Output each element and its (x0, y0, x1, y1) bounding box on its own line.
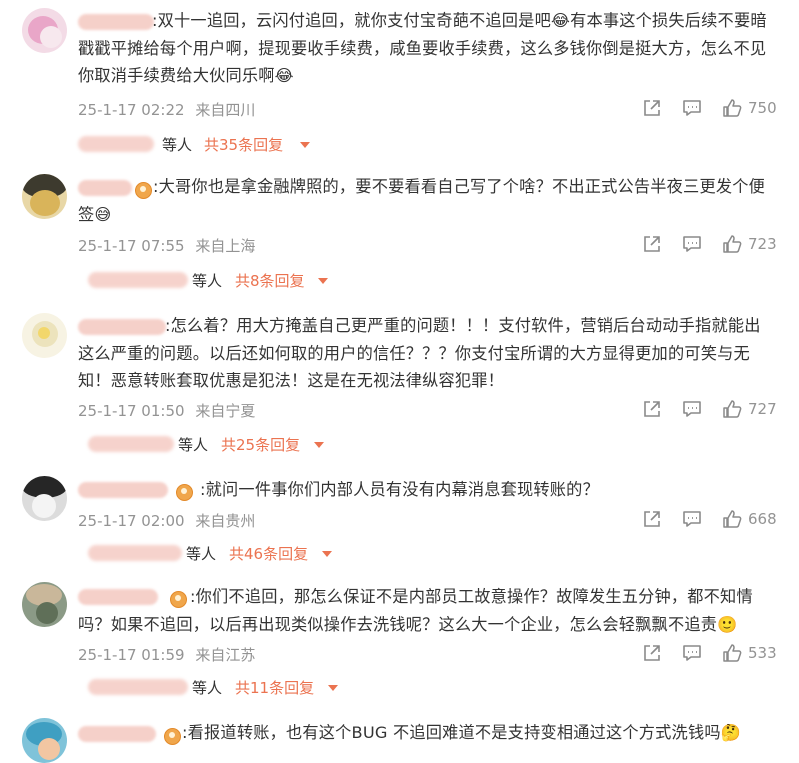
comment-text-line: :双十一追回，云闪付追回，就你支付宝奇葩不追回是吧😂有本事这个损失后续不要暗 (152, 11, 767, 30)
username[interactable] (78, 726, 156, 742)
like-count: 533 (748, 644, 777, 662)
replier-names[interactable] (88, 545, 182, 561)
comment-location: 来自贵州 (195, 512, 256, 530)
reply-etc: 等人 (178, 436, 209, 454)
comment-text-line: :就问一件事你们内部人员有没有内幕消息套现转账的？ (200, 480, 599, 499)
view-replies-link[interactable]: 共25条回复 (221, 434, 300, 455)
avatar[interactable] (22, 718, 67, 763)
comment-text-line: :你们不追回，那怎么保证不是内部员工故意操作？故障发生五分钟，都不知情 (190, 587, 753, 606)
like-count: 727 (748, 400, 777, 418)
view-replies-link[interactable]: 共46条回复 (229, 543, 308, 564)
avatar[interactable] (22, 174, 67, 219)
comment-location: 来自四川 (195, 101, 256, 119)
reply-summary: 等人 共11条回复 (78, 675, 578, 699)
username[interactable] (78, 180, 132, 196)
replier-names[interactable] (88, 679, 188, 695)
username[interactable] (78, 319, 166, 335)
reply-etc: 等人 (192, 272, 223, 290)
caret-down-icon[interactable] (322, 551, 332, 557)
caret-down-icon[interactable] (318, 278, 328, 284)
share-icon[interactable] (642, 234, 662, 254)
comment-meta: 25-1-17 02:22 来自四川 (78, 99, 255, 120)
avatar[interactable] (22, 8, 67, 53)
fan-badge-icon (176, 484, 193, 501)
fan-badge-icon (170, 591, 187, 608)
comment-meta: 25-1-17 01:59 来自江苏 (78, 644, 255, 665)
comment-time: 25-1-17 01:59 (78, 646, 185, 664)
comment-location: 来自江苏 (195, 646, 256, 664)
caret-down-icon[interactable] (314, 442, 324, 448)
reply-summary: 等人 共25条回复 (78, 432, 578, 456)
comment-meta: 25-1-17 07:55 来自上海 (78, 235, 255, 256)
comment-time: 25-1-17 02:22 (78, 101, 185, 119)
comment-text-line: 吗？如果不追回，以后再出现类似操作去洗钱呢？这么大一个企业，怎么会轻飘飘不追责🙂 (78, 615, 738, 634)
comment-text-line: :大哥你也是拿金融牌照的，要不要看看自己写了个啥？不出正式公告半夜三更发个便 (153, 177, 765, 196)
comment-actions: 750 (640, 98, 780, 118)
comment-icon[interactable] (682, 98, 702, 118)
share-icon[interactable] (642, 643, 662, 663)
reply-etc: 等人 (162, 136, 193, 154)
avatar[interactable] (22, 313, 67, 358)
comment-text-line: :怎么着？用大方掩盖自己更严重的问题！！！支付软件，营销后台动动手指就能出 (165, 316, 761, 335)
reply-summary: 等人 共8条回复 (78, 268, 578, 292)
thumbs-up-icon[interactable] (722, 509, 742, 529)
comment-actions: 533 (640, 643, 780, 663)
comment-meta: 25-1-17 02:00 来自贵州 (78, 510, 255, 531)
thumbs-up-icon[interactable] (722, 643, 742, 663)
fan-badge-icon (135, 182, 152, 199)
comment-icon[interactable] (682, 399, 702, 419)
username[interactable] (78, 14, 154, 30)
avatar[interactable] (22, 582, 67, 627)
comment-location: 来自宁夏 (195, 402, 256, 420)
username[interactable] (78, 589, 158, 605)
share-icon[interactable] (642, 399, 662, 419)
thumbs-up-icon[interactable] (722, 98, 742, 118)
share-icon[interactable] (642, 509, 662, 529)
comment-icon[interactable] (682, 509, 702, 529)
view-replies-link[interactable]: 共35条回复 (204, 134, 283, 155)
view-replies-link[interactable]: 共8条回复 (235, 270, 305, 291)
like-count: 750 (748, 99, 777, 117)
comment-text-line: 签😅 (78, 205, 112, 224)
like-count: 668 (748, 510, 777, 528)
comment-meta: 25-1-17 01:50 来自宁夏 (78, 400, 255, 421)
fan-badge-icon (164, 728, 181, 745)
comment-text-line: 这么严重的问题。以后还如何取的用户的信任？？？你支付宝所谓的大方显得更加的可笑与… (78, 344, 750, 363)
replier-names[interactable] (88, 272, 188, 288)
comment-icon[interactable] (682, 234, 702, 254)
share-icon[interactable] (642, 98, 662, 118)
comment-icon[interactable] (682, 643, 702, 663)
reply-summary: 等人 共46条回复 (78, 541, 578, 565)
comment-time: 25-1-17 07:55 (78, 237, 185, 255)
avatar[interactable] (22, 476, 67, 521)
username[interactable] (78, 482, 168, 498)
comment-text-line: :看报道转账，也有这个BUG 不追回难道不是支持变相通过这个方式洗钱吗🤔 (182, 723, 742, 742)
replier-names[interactable] (88, 436, 174, 452)
comment-actions: 668 (640, 509, 780, 529)
thumbs-up-icon[interactable] (722, 399, 742, 419)
comment-text-line: 戳戳平摊给每个用户啊，提现要收手续费，咸鱼要收手续费，这么多钱你倒是挺大方，怎么… (78, 39, 767, 58)
caret-down-icon[interactable] (300, 142, 310, 148)
thumbs-up-icon[interactable] (722, 234, 742, 254)
comment-time: 25-1-17 02:00 (78, 512, 185, 530)
comment-time: 25-1-17 01:50 (78, 402, 185, 420)
reply-etc: 等人 (192, 679, 223, 697)
reply-summary: 等人 共35条回复 (78, 132, 578, 156)
reply-etc: 等人 (186, 545, 217, 563)
caret-down-icon[interactable] (328, 685, 338, 691)
comment-actions: 727 (640, 399, 780, 419)
comment-actions: 723 (640, 234, 780, 254)
comment-text-line: 知！恶意转账套取优惠是犯法！这是在无视法律纵容犯罪！ (78, 371, 505, 390)
replier-names[interactable] (78, 136, 154, 152)
comment-location: 来自上海 (195, 237, 256, 255)
view-replies-link[interactable]: 共11条回复 (235, 677, 314, 698)
like-count: 723 (748, 235, 777, 253)
comment-text-line: 你取消手续费给大伙同乐啊😂 (78, 66, 294, 85)
